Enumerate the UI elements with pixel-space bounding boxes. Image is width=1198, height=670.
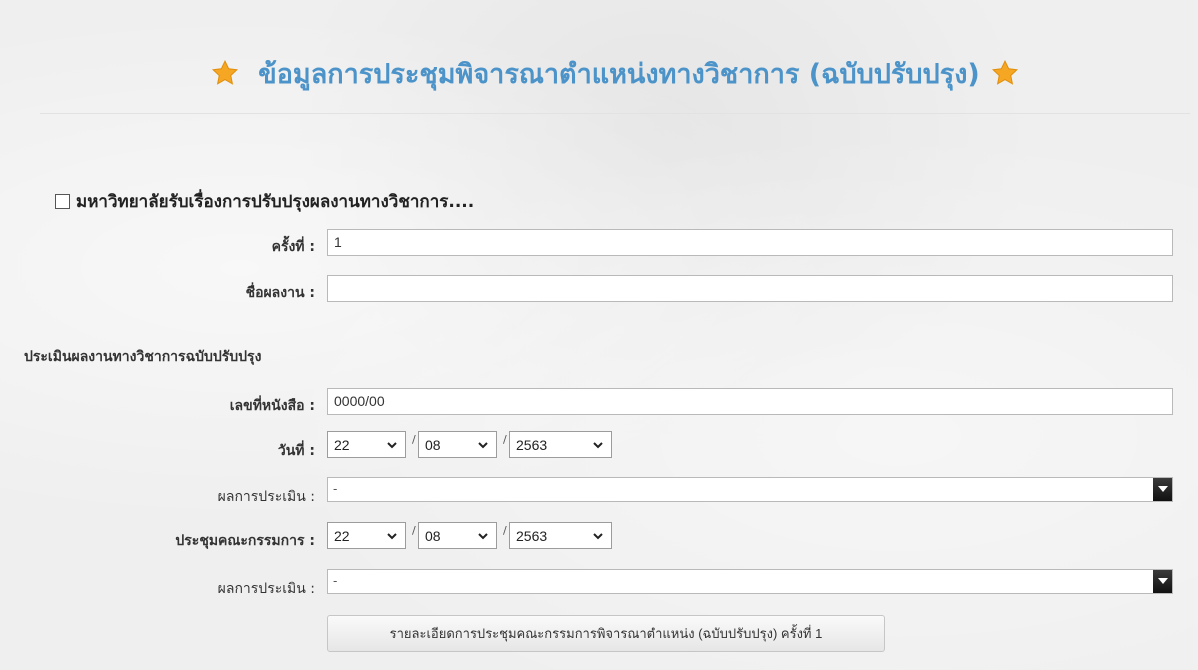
result2-label: ผลการประเมิน : xyxy=(217,581,315,597)
date-month-value: 08 xyxy=(425,436,441,453)
dropdown-arrow-icon xyxy=(1153,570,1172,593)
committee-date-label: ประชุมคณะกรรมการ : xyxy=(175,533,315,549)
committee-month-select[interactable]: 08 xyxy=(418,522,497,549)
work-name-input[interactable] xyxy=(327,275,1173,302)
date-separator: / xyxy=(412,524,416,537)
star-icon xyxy=(210,58,240,95)
result-select[interactable]: - xyxy=(327,477,1173,502)
committee-month-value: 08 xyxy=(425,527,441,544)
committee-day-select[interactable]: 22 xyxy=(327,522,406,549)
chevron-down-icon xyxy=(478,442,488,449)
work-name-label: ชื่อผลงาน : xyxy=(245,285,315,301)
date-label: วันที่ : xyxy=(277,443,315,459)
dropdown-arrow-icon xyxy=(1153,478,1172,501)
chevron-down-icon xyxy=(593,442,603,449)
date-year-value: 2563 xyxy=(516,436,548,453)
date-day-select[interactable]: 22 xyxy=(327,431,406,458)
chevron-down-icon xyxy=(387,533,397,540)
page-title-row: ข้อมูลการประชุมพิจารณาตำแหน่งทางวิชาการ … xyxy=(40,52,1190,95)
date-year-select[interactable]: 2563 xyxy=(509,431,612,458)
date-separator: / xyxy=(503,433,507,446)
date-month-select[interactable]: 08 xyxy=(418,431,497,458)
date-day-value: 22 xyxy=(334,436,350,453)
university-received-section: มหาวิทยาลัยรับเรื่องการปรับปรุงผลงานทางว… xyxy=(55,188,474,215)
university-received-checkbox[interactable] xyxy=(55,194,70,209)
result-label: ผลการประเมิน : xyxy=(217,489,315,505)
page-header: ข้อมูลการประชุมพิจารณาตำแหน่งทางวิชาการ … xyxy=(40,30,1190,114)
round-label: ครั้งที่ : xyxy=(271,239,315,255)
doc-number-input[interactable]: 0000/00 xyxy=(327,388,1173,415)
meeting-detail-button[interactable]: รายละเอียดการประชุมคณะกรรมการพิจารณาตำแห… xyxy=(327,615,885,652)
star-icon xyxy=(990,58,1020,95)
result2-select[interactable]: - xyxy=(327,569,1173,594)
chevron-down-icon xyxy=(478,533,488,540)
evaluation-subheading: ประเมินผลงานทางวิชาการฉบับปรับปรุง xyxy=(24,349,262,365)
university-received-label: มหาวิทยาลัยรับเรื่องการปรับปรุงผลงานทางว… xyxy=(76,192,475,212)
page-title: ข้อมูลการประชุมพิจารณาตำแหน่งทางวิชาการ … xyxy=(258,59,980,90)
result2-value: - xyxy=(333,573,338,588)
round-input[interactable]: 1 xyxy=(327,229,1173,256)
committee-year-value: 2563 xyxy=(516,527,548,544)
chevron-down-icon xyxy=(387,442,397,449)
result-value: - xyxy=(333,481,338,496)
committee-day-value: 22 xyxy=(334,527,350,544)
chevron-down-icon xyxy=(593,533,603,540)
date-separator: / xyxy=(412,433,416,446)
doc-number-label: เลขที่หนังสือ : xyxy=(229,398,315,414)
date-separator: / xyxy=(503,524,507,537)
committee-year-select[interactable]: 2563 xyxy=(509,522,612,549)
